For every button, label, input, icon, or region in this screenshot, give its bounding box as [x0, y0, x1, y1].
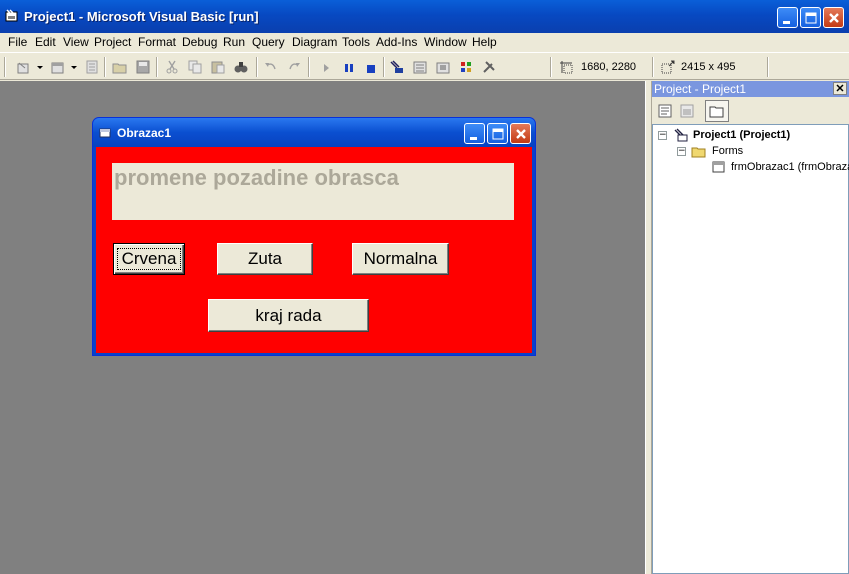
normal-button[interactable]: Normalna	[352, 243, 449, 275]
standard-toolbar: 1680, 2280 2415 x 495	[0, 52, 849, 80]
position-icon	[560, 61, 573, 74]
close-icon	[516, 129, 526, 139]
view-code-icon[interactable]	[657, 103, 673, 119]
position-readout: 1680, 2280	[581, 61, 637, 73]
red-button[interactable]: Crvena	[113, 243, 185, 275]
toolbar-separator	[256, 57, 258, 77]
properties-window-icon[interactable]	[412, 59, 428, 75]
menu-add-ins[interactable]: Add-Ins	[376, 35, 417, 49]
close-icon	[829, 13, 839, 23]
form-icon	[99, 128, 111, 138]
view-object-icon[interactable]	[679, 103, 695, 119]
add-project-icon[interactable]	[16, 59, 32, 75]
app-title-bar: Project1 - Microsoft Visual Basic [run]	[0, 0, 849, 33]
tree-project-node[interactable]: Project1 (Project1)	[693, 129, 790, 141]
menu-bar: File Edit View Project Format Debug Run …	[0, 33, 849, 52]
red-button-label: Crvena	[117, 248, 181, 270]
toolbar-separator	[308, 57, 310, 77]
menu-diagram[interactable]: Diagram	[292, 35, 337, 49]
copy-icon[interactable]	[187, 59, 203, 75]
form-maximize-button[interactable]	[487, 123, 508, 144]
toolbar-separator	[156, 57, 158, 77]
form-window: Obrazac1 promene pozadine obrasca Crvena…	[92, 117, 536, 356]
undo-icon[interactable]	[263, 59, 279, 75]
minimize-button[interactable]	[777, 7, 798, 28]
open-folder-icon[interactable]	[112, 59, 128, 75]
menu-debug[interactable]: Debug	[182, 35, 217, 49]
toolbox-icon[interactable]	[481, 59, 497, 75]
caption-label: promene pozadine obrasca	[112, 163, 514, 220]
maximize-button[interactable]	[800, 7, 821, 28]
menu-query[interactable]: Query	[252, 35, 285, 49]
collapse-toggle[interactable]: −	[658, 131, 667, 140]
exit-button-label: kraj rada	[255, 305, 322, 325]
collapse-toggle[interactable]: −	[677, 147, 686, 156]
panel-splitter[interactable]	[645, 81, 652, 574]
menu-format[interactable]: Format	[138, 35, 176, 49]
yellow-button-label: Zuta	[247, 249, 283, 268]
tree-forms-folder[interactable]: Forms	[712, 145, 743, 157]
dropdown-arrow-icon[interactable]	[70, 59, 78, 75]
normal-button-label: Normalna	[363, 249, 438, 268]
toggle-folders-button[interactable]	[705, 100, 729, 122]
project-icon	[674, 128, 688, 142]
menu-project[interactable]: Project	[94, 35, 131, 49]
size-icon	[661, 60, 675, 74]
tree-form-item[interactable]: frmObrazac1 (frmObrazac1)	[731, 161, 849, 173]
toolbar-separator	[767, 57, 769, 77]
toolbar-separator	[104, 57, 106, 77]
menu-run[interactable]: Run	[223, 35, 245, 49]
form-title-bar[interactable]: Obrazac1	[93, 118, 535, 147]
folder-icon	[691, 147, 706, 158]
project-explorer-title-bar[interactable]: Project - Project1 ✕	[652, 81, 849, 97]
add-form-icon[interactable]	[50, 59, 66, 75]
find-icon[interactable]	[233, 59, 249, 75]
menu-edit[interactable]: Edit	[35, 35, 56, 49]
minimize-icon	[470, 137, 477, 140]
form-close-button[interactable]	[510, 123, 531, 144]
project-explorer-close-button[interactable]: ✕	[833, 82, 847, 95]
break-icon[interactable]	[341, 59, 357, 75]
maximize-icon	[805, 12, 817, 24]
yellow-button[interactable]: Zuta	[217, 243, 313, 275]
paste-icon[interactable]	[210, 59, 226, 75]
cut-icon[interactable]	[164, 59, 180, 75]
form-minimize-button[interactable]	[464, 123, 485, 144]
menu-help[interactable]: Help	[472, 35, 497, 49]
toolbar-separator	[550, 57, 552, 77]
toolbar-grip	[4, 57, 6, 77]
form-layout-icon[interactable]	[435, 59, 451, 75]
menu-view[interactable]: View	[63, 35, 89, 49]
folder-icon	[709, 106, 724, 118]
form-client-area: promene pozadine obrasca Crvena Zuta Nor…	[96, 147, 532, 353]
toolbar-separator	[652, 57, 654, 77]
project-explorer-icon[interactable]	[389, 59, 405, 75]
exit-button[interactable]: kraj rada	[208, 299, 369, 332]
form-icon	[712, 161, 725, 173]
project-explorer-title: Project - Project1	[654, 82, 747, 96]
project-explorer: Project - Project1 ✕ − Project1 (Project…	[652, 81, 849, 574]
project-explorer-toolbar	[652, 98, 849, 124]
window-title: Project1 - Microsoft Visual Basic [run]	[24, 9, 259, 24]
dropdown-arrow-icon[interactable]	[36, 59, 44, 75]
end-icon[interactable]	[363, 59, 379, 75]
maximize-icon	[492, 128, 504, 140]
visual-basic-icon	[5, 9, 18, 22]
toolbar-separator	[383, 57, 385, 77]
redo-icon[interactable]	[286, 59, 302, 75]
menu-editor-icon[interactable]	[84, 59, 100, 75]
object-browser-icon[interactable]	[458, 59, 474, 75]
minimize-icon	[783, 21, 790, 24]
start-icon[interactable]	[318, 59, 334, 75]
menu-file[interactable]: File	[8, 35, 27, 49]
menu-tools[interactable]: Tools	[342, 35, 370, 49]
project-tree: − Project1 (Project1) − Forms frmObrazac…	[652, 124, 849, 574]
size-readout: 2415 x 495	[681, 61, 736, 73]
form-title: Obrazac1	[117, 126, 172, 140]
menu-window[interactable]: Window	[424, 35, 467, 49]
save-icon[interactable]	[135, 59, 151, 75]
close-button[interactable]	[823, 7, 844, 28]
